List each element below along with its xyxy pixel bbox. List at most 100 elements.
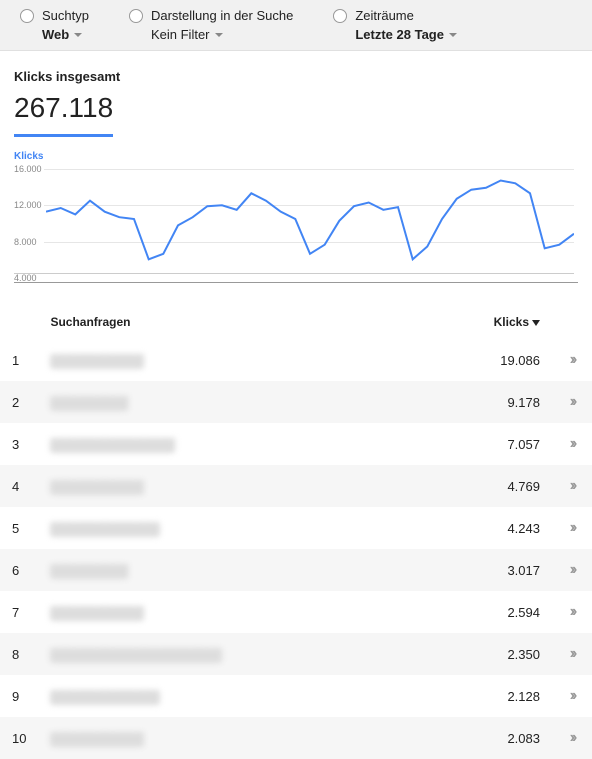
chevron-double-right-icon: ›› [570,645,575,662]
table-row[interactable]: 10████████████2.083›› [0,717,592,759]
table-row[interactable]: 3 ████████████████ 7.057 ›› [0,423,592,465]
radio-icon [333,9,347,23]
chevron-double-right-icon: ›› [570,477,575,494]
chevron-down-icon [449,33,457,37]
col-query[interactable]: Suchanfragen [38,305,462,339]
ytick-label: 8.000 [14,237,44,247]
ytick-label: 16.000 [14,164,44,174]
klicks-cell: 4.243 [462,507,552,549]
chevron-double-right-icon: ›› [570,519,575,536]
chevron-double-right-icon: ›› [570,435,575,452]
query-cell: ██████████████████████ [38,633,462,675]
filter-value[interactable]: Letzte 28 Tage [333,27,457,42]
klicks-cell: 9.178 [462,381,552,423]
expand-cell[interactable]: ›› [552,591,592,633]
rank-cell: 4 [0,465,38,507]
chevron-double-right-icon: ›› [570,603,575,620]
rank-cell: 6 [0,549,38,591]
table-row[interactable]: 7 ████████████ 2.594 ›› [0,591,592,633]
sort-desc-icon [532,320,540,326]
table-row[interactable]: 9 ██████████████ 2.128 ›› [0,675,592,717]
klicks-cell: 3.017 [462,549,552,591]
blurred-text: ██████████ [50,397,128,411]
blurred-text: ██████████████████████ [50,649,221,663]
chevron-down-icon [74,33,82,37]
chart-container: Klicks 16.000 12.000 8.000 4.000 [0,137,592,289]
expand-cell[interactable]: ›› [552,465,592,507]
filter-label: Zeiträume [355,8,414,23]
col-rank [0,305,38,339]
chevron-down-icon [215,33,223,37]
col-expand [552,305,592,339]
filter-search-type[interactable]: Suchtyp Web [0,8,109,42]
klicks-cell: 2.594 [462,591,552,633]
rank-cell: 3 [0,423,38,465]
query-cell: ████████████ [38,339,462,381]
blurred-text: ████████████ [50,355,144,369]
table-row[interactable]: 1 ████████████ 19.086 ›› [0,339,592,381]
expand-cell[interactable]: ›› [552,549,592,591]
klicks-cell: 4.769 [462,465,552,507]
chevron-double-right-icon: ›› [570,729,575,746]
query-cell: ████████████ [38,465,462,507]
expand-cell[interactable]: ›› [552,381,592,423]
filter-value[interactable]: Kein Filter [129,27,293,42]
klicks-cell: 7.057 [462,423,552,465]
ytick-label: 4.000 [14,273,44,283]
chart-title: Klicks [14,151,578,162]
query-cell: ██████████████ [38,507,462,549]
blurred-text: ██████████████ [50,691,159,705]
expand-cell[interactable]: ›› [552,339,592,381]
line-chart: 16.000 12.000 8.000 4.000 [14,164,574,274]
klicks-cell: 2.128 [462,675,552,717]
rank-cell: 5 [0,507,38,549]
klicks-cell: 19.086 [462,339,552,381]
blurred-text: ██████████ [50,565,128,579]
chevron-double-right-icon: ›› [570,561,575,578]
filter-display[interactable]: Darstellung in der Suche Kein Filter [109,8,313,42]
summary-block: Klicks insgesamt 267.118 [0,51,592,137]
expand-cell[interactable]: ›› [552,675,592,717]
ytick-label: 12.000 [14,200,44,210]
query-cell: ████████████████ [38,423,462,465]
radio-icon [20,9,34,23]
filter-timeframe[interactable]: Zeiträume Letzte 28 Tage [313,8,477,42]
filter-label: Suchtyp [42,8,89,23]
query-cell: ██████████████ [38,675,462,717]
blurred-text: ████████████████ [50,439,175,453]
table-row[interactable]: 2 ██████████ 9.178›› [0,381,592,423]
rank-cell: 1 [0,339,38,381]
blurred-text: ██████████████ [50,523,159,537]
chart-svg [46,164,574,274]
query-cell: ████████████ [38,717,462,759]
queries-table: Suchanfragen Klicks 1████████████19.086›… [0,305,592,759]
chevron-double-right-icon: ›› [570,351,575,368]
klicks-cell: 2.350 [462,633,552,675]
filter-value[interactable]: Web [20,27,89,42]
expand-cell[interactable]: ›› [552,633,592,675]
rank-cell: 10 [0,717,38,759]
chevron-double-right-icon: ›› [570,687,575,704]
query-cell: ████████████ [38,591,462,633]
table-row[interactable]: 4 ████████████ 4.769 ›› [0,465,592,507]
rank-cell: 2 [0,381,38,423]
rank-cell: 8 [0,633,38,675]
table-row[interactable]: 6 ██████████ 3.017 ›› [0,549,592,591]
rank-cell: 7 [0,591,38,633]
summary-value: 267.118 [14,92,113,137]
blurred-text: ████████████ [50,481,144,495]
summary-label: Klicks insgesamt [14,69,578,84]
expand-cell[interactable]: ›› [552,507,592,549]
blurred-text: ████████████ [50,733,144,747]
expand-cell[interactable]: ›› [552,423,592,465]
query-cell: ██████████ [38,549,462,591]
rank-cell: 9 [0,675,38,717]
table-row[interactable]: 5 ██████████████ 4.243 ›› [0,507,592,549]
filter-bar: Suchtyp Web Darstellung in der Suche Kei… [0,0,592,51]
col-klicks[interactable]: Klicks [462,305,552,339]
blurred-text: ████████████ [50,607,144,621]
expand-cell[interactable]: ›› [552,717,592,759]
table-row[interactable]: 8 ██████████████████████ 2.350 ›› [0,633,592,675]
filter-label: Darstellung in der Suche [151,8,293,23]
radio-icon [129,9,143,23]
